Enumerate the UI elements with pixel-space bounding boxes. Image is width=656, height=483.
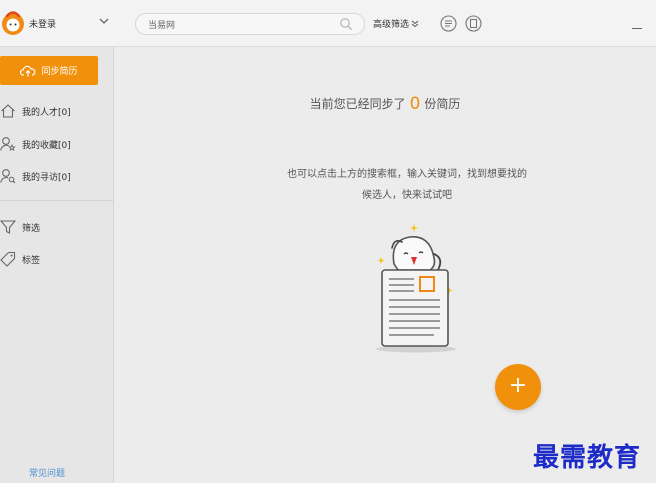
empty-resume-illustration [376,224,456,353]
sidebar-item-tags[interactable]: 标签 [0,249,40,269]
advanced-filter-button[interactable]: 高级筛选 [373,17,419,30]
double-chevron-down-icon [411,20,419,27]
cloud-upload-icon [20,65,36,76]
sidebar-item-label: 我的寻访[0] [22,172,71,183]
home-icon [1,104,15,118]
user-star-icon [0,137,16,151]
document-icon[interactable] [465,15,482,32]
hint-line-1: 也可以点击上方的搜索框，输入关键词，找到想要找的 [287,169,527,180]
hint-line-2: 候选人，快来试试吧 [362,190,452,201]
sync-status-text: 当前您已经同步了 0 份简历 [90,94,656,114]
sidebar-item-label: 筛选 [22,223,41,234]
sync-resume-button[interactable]: 同步简历 [0,56,98,85]
minimize-button[interactable] [632,28,642,29]
tag-icon [0,251,16,267]
sync-suffix: 份简历 [424,97,461,111]
list-settings-icon[interactable] [440,15,457,32]
advanced-filter-label: 高级筛选 [373,20,410,30]
watermark-text: 最需教育 [533,443,642,473]
sync-prefix: 当前您已经同步了 [309,97,406,111]
funnel-icon [0,220,16,234]
search-input[interactable] [148,17,328,31]
faq-link[interactable]: 常见问题 [29,466,65,479]
user-search-icon [0,169,16,184]
sidebar-item-my-favorites[interactable]: 我的收藏[0] [0,134,71,154]
sidebar-item-my-talents[interactable]: 我的人才[0] [0,101,71,121]
sidebar-item-filter[interactable]: 筛选 [0,217,40,237]
sidebar-item-label: 标签 [22,255,41,266]
main-content: 当前您已经同步了 0 份简历 也可以点击上方的搜索框，输入关键词，找到想要找的 候选… [114,47,656,483]
empty-state-hint: 也可以点击上方的搜索框，输入关键词，找到想要找的 候选人，快来试试吧 [232,164,582,206]
sync-button-label: 同步简历 [41,67,78,77]
top-bar: 未登录 高级筛选 [0,0,656,47]
sidebar-divider [0,200,113,201]
sidebar-item-my-searches[interactable]: 我的寻访[0] [0,166,71,186]
sync-count-number: 0 [409,94,421,114]
search-icon[interactable] [339,17,353,31]
add-button[interactable]: + [495,364,541,410]
chevron-down-icon[interactable] [98,15,110,27]
sidebar-item-label: 我的收藏[0] [22,140,71,151]
logo-icon [2,11,24,35]
app-logo-avatar[interactable] [0,10,26,36]
search-bar[interactable] [135,13,365,35]
username-label[interactable]: 未登录 [29,17,56,30]
sidebar-item-label: 我的人才[0] [22,107,71,118]
